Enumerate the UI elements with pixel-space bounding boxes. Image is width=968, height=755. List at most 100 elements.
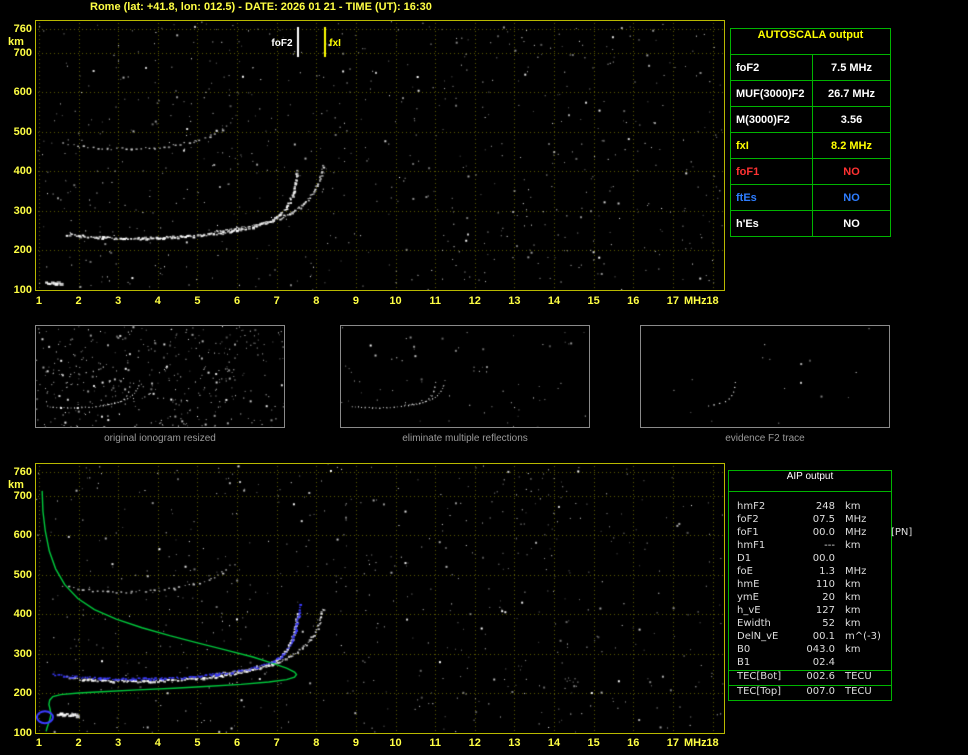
top-ionogram-plot (35, 20, 725, 291)
aip-val: 043.0 (806, 644, 835, 655)
aip-unit: km (845, 644, 861, 655)
thumbnail-caption-evidence: evidence F2 trace (725, 433, 805, 444)
autoscala-row-fof2: foF2 7.5 MHz (731, 54, 890, 80)
x-tick-label: 12 (468, 295, 481, 307)
aip-note (887, 514, 891, 527)
marker-label-fof2: foF2 (271, 38, 293, 49)
aip-unit: km (845, 605, 861, 616)
top-ionogram-canvas (36, 21, 724, 290)
aip-unit (837, 657, 887, 670)
marker-label-fxi: fxI (329, 38, 341, 49)
aip-row-foe: foE 1.3 MHz (737, 566, 891, 579)
y-tick-label: 500 (13, 125, 32, 138)
x-tick-label: 8 (313, 295, 320, 307)
aip-val: 1.3 (819, 566, 835, 577)
bottom-ionogram-plot (35, 463, 725, 734)
aip-val: 248 (815, 501, 835, 512)
autoscala-table-rows: foF2 7.5 MHz MUF(3000)F2 26.7 MHz M(3000)F2 3… (731, 54, 890, 236)
autoscala-row-value: 3.56 (840, 113, 863, 126)
y-tick-label: 700 (13, 46, 32, 59)
aip-unit: km (845, 501, 861, 512)
x-tick-label: 10 (389, 737, 402, 749)
autoscala-row-muf3000f2: MUF(3000)F2 26.7 MHz (731, 80, 890, 106)
aip-lab: B1 (737, 657, 751, 668)
aip-output-table: AIP output hmF2 248 km foF2 07.5 MHz foF1 00.0 M… (728, 470, 912, 701)
autoscala-row-value: 7.5 MHz (831, 61, 872, 74)
autoscala-row-fof1: foF1 NO (731, 158, 890, 184)
aip-row-ewidth: Ewidth 52 km (737, 618, 891, 631)
aip-lab: hmF2 (737, 501, 766, 512)
aip-lab: D1 (737, 553, 752, 564)
aip-unit (837, 553, 887, 566)
y-axis-unit-label: km (8, 36, 24, 48)
thumbnail-caption-original: original ionogram resized (104, 433, 216, 444)
aip-note (887, 657, 891, 670)
aip-val: 007.0 (806, 686, 835, 697)
aip-row-fof2: foF2 07.5 MHz (737, 514, 891, 527)
x-tick-label: 13 (508, 737, 521, 749)
x-tick-label: 5 (194, 737, 201, 749)
aip-row-hmf1: hmF1 --- km (737, 540, 891, 553)
x-tick-label: 17 (666, 295, 680, 307)
aip-unit: MHz (845, 514, 867, 525)
autoscala-row-label: MUF(3000)F2 (731, 81, 813, 106)
aip-row-delnve: DelN_vE 00.1 m^(-3) (737, 631, 891, 644)
x-tick-label: 9 (352, 295, 359, 307)
x-tick-label: 2 (75, 295, 82, 307)
y-tick-label: 300 (13, 647, 32, 660)
aip-note (887, 686, 891, 700)
autoscala-row-fxi: fxI 8.2 MHz (731, 132, 890, 158)
aip-note (887, 618, 891, 631)
x-tick-label: 18 (706, 737, 719, 749)
aip-row-yme: ymE 20 km (737, 592, 891, 605)
x-tick-label: 1 (35, 295, 43, 307)
x-tick-label: 12 (468, 737, 481, 749)
aip-unit: km (845, 592, 861, 603)
aip-row-fof1: foF1 00.0 MHz [PN] (737, 527, 912, 540)
autoscala-row-label: fxI (731, 133, 813, 158)
autoscala-row-label: foF1 (731, 159, 813, 184)
autoscala-row-label: foF2 (731, 55, 813, 80)
x-tick-label: 7 (273, 737, 280, 749)
aip-lab: TEC[Top] (737, 686, 782, 697)
x-tick-label: 11 (429, 295, 441, 307)
aip-val: 20 (822, 592, 835, 603)
thumbnail-original-canvas (36, 326, 284, 427)
aip-val: 00.0 (812, 553, 835, 564)
aip-val: 52 (822, 618, 835, 629)
x-tick-label: 15 (587, 295, 600, 307)
y-tick-label: 400 (13, 165, 32, 178)
aip-note (887, 540, 891, 553)
y-axis-unit-label: km (8, 479, 24, 491)
thumbnail-eliminate-canvas (341, 326, 589, 427)
y-tick-label: 760 (13, 22, 32, 35)
x-tick-label: 6 (234, 295, 241, 307)
aip-note (887, 671, 891, 685)
aip-row-d1: D1 00.0 (737, 553, 891, 566)
aip-unit: TECU (845, 671, 872, 682)
aip-lab: B0 (737, 644, 751, 655)
x-tick-label: 8 (313, 737, 320, 749)
y-tick-label: 700 (13, 489, 32, 502)
thumbnail-evidence-canvas (641, 326, 889, 427)
autoscala-row-value: NO (843, 165, 860, 178)
thumbnail-original-ionogram (35, 325, 285, 428)
aip-val: 110 (815, 579, 835, 590)
aip-table-rows: hmF2 248 km foF2 07.5 MHz foF1 00.0 MHz [PN] hmF1 -… (729, 492, 912, 670)
aip-lab: foF1 (737, 527, 759, 538)
x-tick-label: 13 (508, 295, 521, 307)
x-tick-label: 4 (154, 737, 161, 749)
aip-note (887, 605, 891, 618)
aip-lab: Ewidth (737, 618, 771, 629)
aip-row-b0: B0 043.0 km (737, 644, 891, 657)
aip-note (887, 644, 891, 657)
bottom-ionogram-canvas (36, 464, 724, 733)
aip-row-b1: B1 02.4 (737, 657, 891, 670)
aip-note (887, 579, 891, 592)
aip-lab: h_vE (737, 605, 761, 616)
aip-lab: hmF1 (737, 540, 766, 551)
autoscala-row-ftes: ftEs NO (731, 184, 890, 210)
autoscala-row-value: 26.7 MHz (827, 87, 876, 100)
x-tick-label: 2 (75, 737, 82, 749)
aip-lab: TEC[Bot] (737, 671, 782, 682)
